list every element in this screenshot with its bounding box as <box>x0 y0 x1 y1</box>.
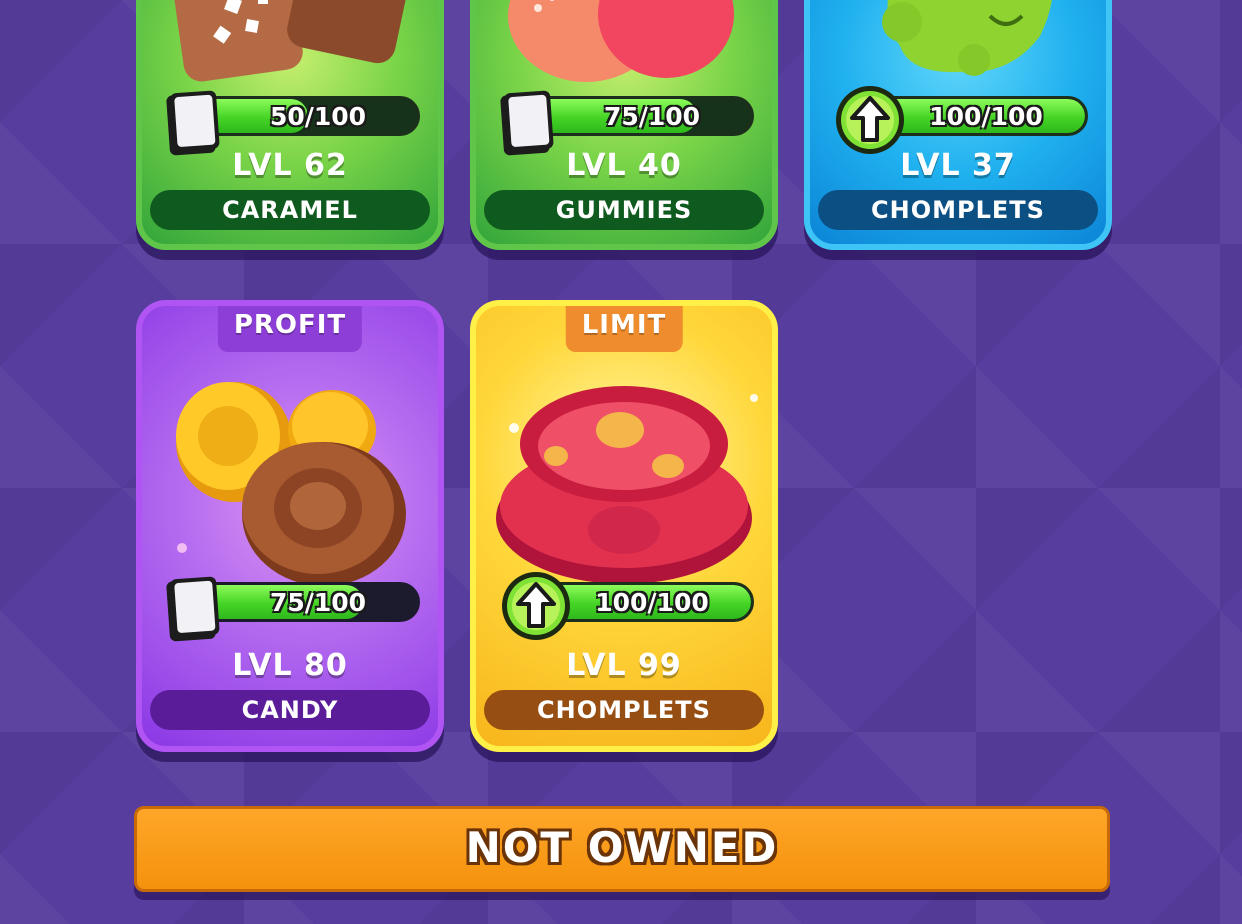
card-tag: LIMIT <box>565 306 683 352</box>
progress-text: 75/100 <box>603 102 701 131</box>
progress-text: 75/100 <box>269 588 367 617</box>
card-level: LVL 40 <box>566 148 682 183</box>
progress-text: 50/100 <box>269 102 367 131</box>
card-level: LVL 37 <box>900 148 1016 183</box>
food-bowl-art <box>496 386 758 584</box>
card-name: CARAMEL <box>150 190 430 230</box>
card-level: LVL 80 <box>232 648 348 683</box>
card-level: LVL 62 <box>232 148 348 183</box>
progress-bar: 75/100 <box>530 96 754 136</box>
card-progress: 100/100 <box>500 572 754 640</box>
candy-coins-art <box>176 382 406 586</box>
caramel-art <box>173 0 407 82</box>
not-owned-button[interactable]: NOT OWNED <box>134 806 1110 892</box>
card-name: GUMMIES <box>484 190 764 230</box>
card-stack-icon <box>166 576 220 642</box>
progress-bar: 50/100 <box>196 96 420 136</box>
card-chomplets-bottom[interactable]: LIMIT 100/100 LVL 99 CHOMPLETS <box>470 300 778 752</box>
card-progress: 75/100 <box>500 90 754 156</box>
card-name: CANDY <box>150 690 430 730</box>
card-level: LVL 99 <box>566 648 682 683</box>
card-progress: 75/100 <box>166 576 420 642</box>
chomplets-art <box>882 0 1052 76</box>
card-caramel[interactable]: 50/100 LVL 62 CARAMEL <box>136 0 444 250</box>
card-progress: 100/100 <box>834 86 1088 154</box>
card-name: CHOMPLETS <box>484 690 764 730</box>
card-name: CHOMPLETS <box>818 190 1098 230</box>
card-chomplets-top[interactable]: 100/100 LVL 37 CHOMPLETS <box>804 0 1112 250</box>
card-progress: 50/100 <box>166 90 420 156</box>
gummies-art <box>508 0 734 82</box>
upgrade-arrow-icon[interactable] <box>834 84 906 156</box>
card-gummies[interactable]: 75/100 LVL 40 GUMMIES <box>470 0 778 250</box>
card-candy[interactable]: PROFIT 75/100 LVL 80 CANDY <box>136 300 444 752</box>
upgrade-arrow-icon[interactable] <box>500 570 572 642</box>
card-tag: PROFIT <box>217 306 363 352</box>
progress-bar: 75/100 <box>196 582 420 622</box>
